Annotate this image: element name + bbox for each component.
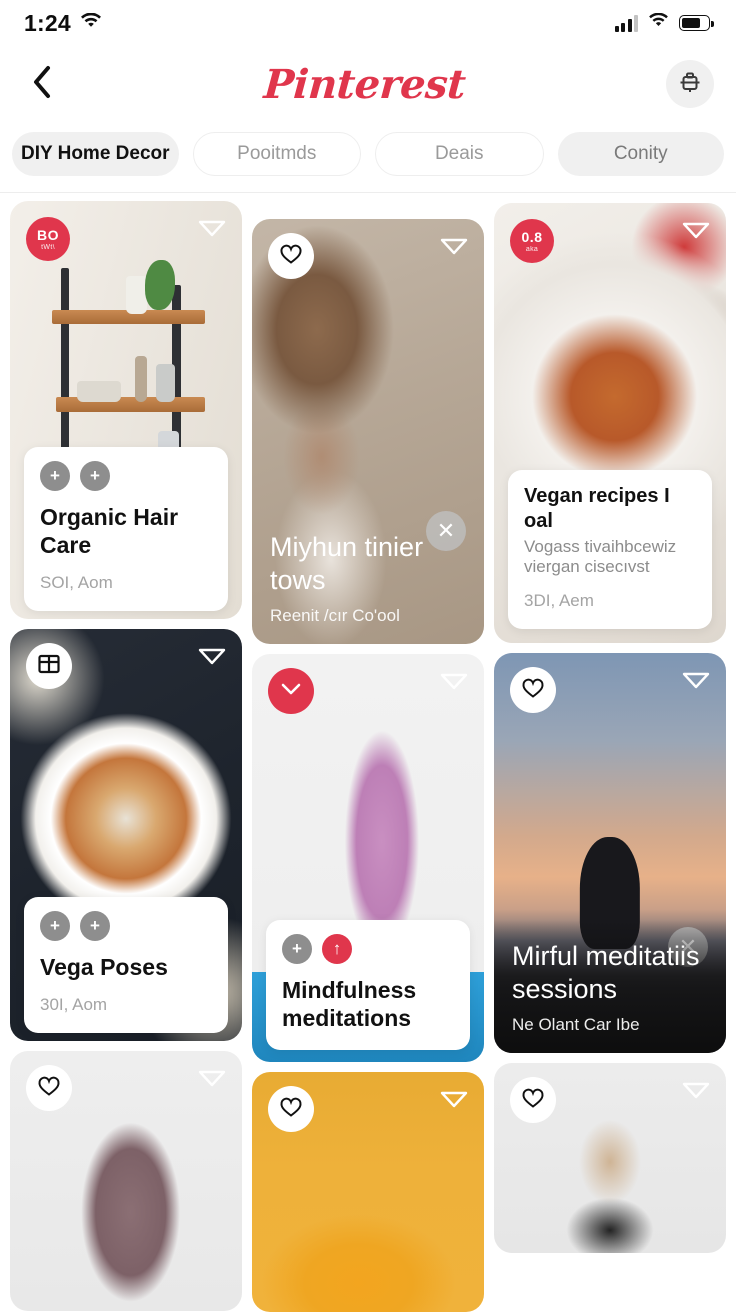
- pin-grid-column-1: BO tWt\ + + Organic Hair Care SOI, Aom +…: [10, 201, 242, 1312]
- pin-action-row: + +: [40, 460, 212, 491]
- status-bar-right: [614, 12, 714, 33]
- pin-title: Vegan recipes I oal: [524, 485, 670, 532]
- cellular-signal-icon: [614, 14, 638, 32]
- pin-action-row: + ↑: [282, 933, 454, 964]
- caret-down-icon[interactable]: [198, 219, 226, 237]
- add-icon[interactable]: +: [80, 910, 110, 941]
- caret-down-icon[interactable]: [440, 237, 468, 255]
- badge-line-2: aka: [525, 245, 539, 253]
- status-bar: 1:24: [0, 0, 736, 46]
- wifi-icon: [80, 12, 102, 34]
- caret-down-icon[interactable]: [682, 221, 710, 239]
- book-save-icon: [37, 653, 61, 680]
- pin-card-organic-hair-care[interactable]: BO tWt\ + + Organic Hair Care SOI, Aom: [10, 201, 242, 619]
- caret-down-icon[interactable]: [198, 647, 226, 665]
- pin-grid[interactable]: BO tWt\ + + Organic Hair Care SOI, Aom +…: [0, 193, 736, 1312]
- save-to-board-button[interactable]: [26, 643, 72, 689]
- pin-card-yellow-abstract[interactable]: [252, 1072, 484, 1312]
- heart-icon: [37, 1075, 61, 1102]
- pin-overlay-text: Miyhun tinier tows Reenit /cır Co'ool: [252, 511, 484, 644]
- pin-subtitle: Ne Olant Car Ibe: [512, 1015, 640, 1034]
- pin-action-row: + +: [40, 910, 212, 941]
- heart-icon: [521, 1087, 545, 1114]
- pin-subtitle: SOI, Aom: [40, 573, 113, 592]
- save-button[interactable]: [510, 1077, 556, 1123]
- save-button[interactable]: [26, 1065, 72, 1111]
- pin-info-card: + + Vega Poses 30I, Aom: [24, 896, 228, 1033]
- filter-chip-diy-home-decor[interactable]: DIY Home Decor: [12, 132, 179, 176]
- share-button[interactable]: [666, 60, 714, 108]
- expand-button[interactable]: [268, 668, 314, 714]
- chevron-left-icon: [31, 65, 53, 104]
- chip-label: Conity: [613, 143, 668, 164]
- badge-line-1: 0.8: [521, 228, 543, 245]
- share-box-icon: [677, 69, 703, 100]
- caret-down-icon[interactable]: [682, 671, 710, 689]
- pin-card-mindfulness-meditations[interactable]: + ↑ Mindfulness meditations: [252, 654, 484, 1062]
- heart-icon: [279, 1096, 303, 1123]
- status-bar-clock: 1:24: [24, 9, 71, 36]
- pin-subtitle: 3DI, Aem: [524, 591, 594, 610]
- pin-info-card: + ↑ Mindfulness meditations: [266, 919, 470, 1050]
- badge-line-1: BO: [37, 226, 59, 243]
- wifi-icon-right: [648, 12, 669, 33]
- pin-card-miyhun-tinier-tows[interactable]: ✕ Miyhun tinier tows Reenit /cır Co'ool: [252, 219, 484, 644]
- pin-title: Miyhun tinier tows: [270, 532, 424, 595]
- heart-icon: [279, 243, 303, 270]
- filter-chip-deais[interactable]: Deais: [375, 132, 544, 176]
- caret-down-icon[interactable]: [440, 672, 468, 690]
- pin-card-lotus-meditation[interactable]: [494, 1063, 726, 1253]
- pin-overlay-text: Mirful meditatiis sessions Ne Olant Car …: [494, 920, 726, 1053]
- pin-title: Organic Hair Care: [40, 503, 179, 558]
- caret-down-icon[interactable]: [682, 1081, 710, 1099]
- caret-down-icon[interactable]: [198, 1069, 226, 1087]
- pin-card-vega-poses[interactable]: + + Vega Poses 30I, Aom: [10, 629, 242, 1041]
- add-icon[interactable]: +: [40, 460, 70, 491]
- app-header: Pinterest: [0, 46, 736, 122]
- save-button[interactable]: [510, 667, 556, 713]
- pin-grid-column-3: 0.8 aka Vegan recipes I oal Vogass tivai…: [494, 201, 726, 1312]
- chevron-down-icon: [280, 682, 302, 701]
- pin-info-card: + + Organic Hair Care SOI, Aom: [24, 446, 228, 611]
- pin-subtitle: Reenit /cır Co'ool: [270, 606, 400, 625]
- pinterest-app-screen: 1:24 Pinterest DIY Home Decor Pooitmds D…: [0, 0, 736, 1312]
- save-button[interactable]: [268, 233, 314, 279]
- pin-card-vegan-recipes[interactable]: 0.8 aka Vegan recipes I oal Vogass tivai…: [494, 203, 726, 643]
- pin-card-mirful-meditatiis-sessions[interactable]: ✕ Mirful meditatiis sessions Ne Olant Ca…: [494, 653, 726, 1053]
- back-button[interactable]: [20, 62, 64, 106]
- add-icon[interactable]: +: [282, 933, 312, 964]
- chip-label: Pooitmds: [237, 143, 317, 164]
- badge-line-2: tWt\: [41, 243, 55, 251]
- pin-title: Vega Poses: [40, 953, 168, 980]
- pin-info-card: Vegan recipes I oal Vogass tivaihbcewiz …: [508, 470, 712, 629]
- pin-description: Vogass tivaihbcewiz viergan cisecıvst: [524, 537, 677, 576]
- battery-icon: [679, 15, 714, 31]
- status-bar-left: 1:24: [24, 10, 102, 37]
- pin-it-icon[interactable]: ↑: [322, 933, 352, 964]
- pinterest-logo: Pinterest: [262, 60, 468, 108]
- promoted-badge: BO tWt\: [26, 217, 70, 261]
- filter-chip-pooitmds[interactable]: Pooitmds: [192, 132, 361, 176]
- caret-down-icon[interactable]: [440, 1090, 468, 1108]
- filter-chip-conity[interactable]: Conity: [557, 132, 724, 176]
- pin-title: Mirful meditatiis sessions: [512, 941, 700, 1004]
- add-icon[interactable]: +: [40, 910, 70, 941]
- add-icon[interactable]: +: [80, 460, 110, 491]
- pin-grid-column-2: ✕ Miyhun tinier tows Reenit /cır Co'ool: [252, 201, 484, 1312]
- pin-title: Mindfulness meditations: [282, 976, 417, 1031]
- save-button[interactable]: [268, 1086, 314, 1132]
- promoted-badge: 0.8 aka: [510, 219, 554, 263]
- filter-chip-row: DIY Home Decor Pooitmds Deais Conity: [0, 122, 736, 193]
- chip-label: Deais: [434, 143, 484, 164]
- chip-label: DIY Home Decor: [20, 143, 170, 164]
- heart-icon: [521, 677, 545, 704]
- pin-subtitle: 30I, Aom: [40, 995, 108, 1014]
- pin-card-yoga-stretch[interactable]: [10, 1051, 242, 1311]
